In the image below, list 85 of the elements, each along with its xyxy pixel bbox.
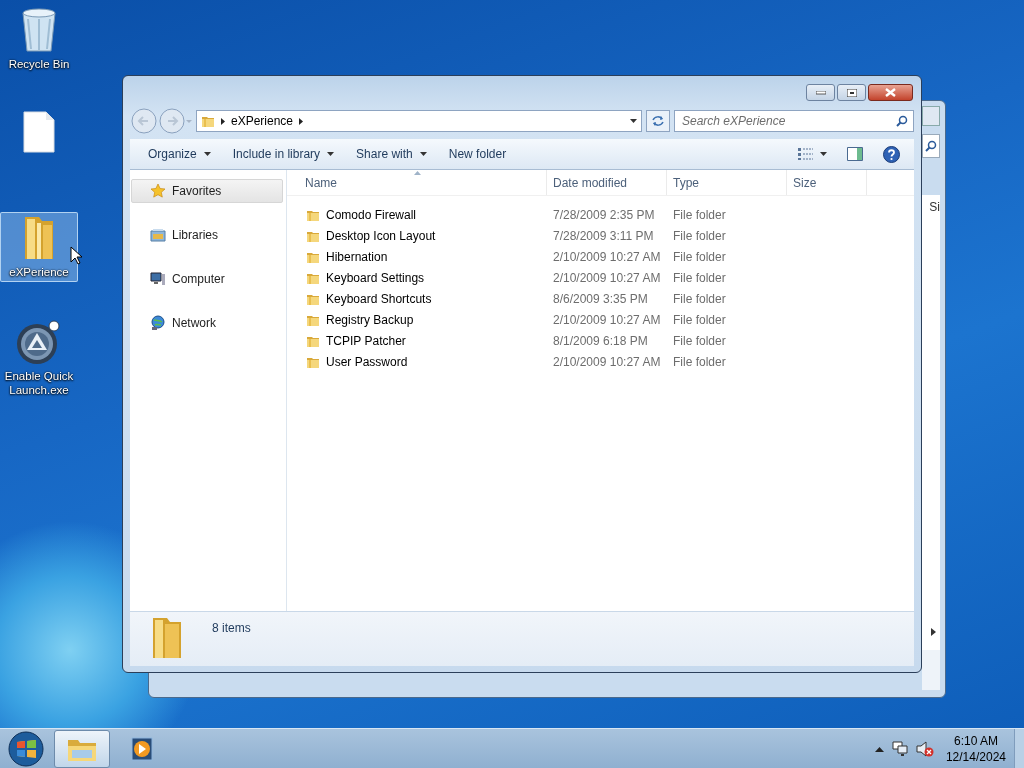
column-header[interactable]: Type <box>667 170 787 195</box>
start-button[interactable] <box>6 729 46 768</box>
table-cell-text: File folder <box>672 333 727 348</box>
column-header[interactable]: Name <box>287 170 547 195</box>
desktop-icon[interactable]: Enable Quick Launch.exe <box>0 316 78 412</box>
toolbar-button[interactable]: Include in library <box>224 144 343 164</box>
folder-icon <box>22 215 56 261</box>
table-cell-text: 8/6/2009 3:35 PM <box>552 291 649 306</box>
table-cell-text: 2/10/2009 10:27 AM <box>552 312 662 327</box>
nav-item[interactable]: Network <box>131 311 283 335</box>
muted-speaker-icon[interactable] <box>915 740 934 757</box>
help-icon <box>883 145 900 163</box>
app-icon <box>16 319 62 365</box>
address-bar[interactable]: eXPerience <box>196 110 642 132</box>
column-header: Si <box>929 200 940 214</box>
toolbar-button[interactable]: Organize <box>140 144 219 164</box>
caret-icon <box>327 152 335 156</box>
restore-icon <box>846 88 857 97</box>
file-name[interactable]: Registry Backup <box>326 312 414 327</box>
minimize-icon <box>815 90 826 95</box>
restore-button[interactable] <box>837 84 866 101</box>
folder-icon <box>201 114 215 128</box>
refresh-icon <box>651 115 665 127</box>
table-cell-text: File folder <box>672 228 727 243</box>
recycle-bin-icon <box>19 7 59 53</box>
library-icon <box>150 227 166 243</box>
table-cell-text: File folder <box>672 354 727 369</box>
file-name[interactable]: Desktop Icon Layout <box>326 228 436 243</box>
mouse-cursor-icon <box>70 246 82 265</box>
caret-icon <box>820 152 827 156</box>
chevron-icon <box>299 117 304 125</box>
table-cell-text: 2/10/2009 10:27 AM <box>552 354 662 369</box>
refresh-button[interactable] <box>646 110 670 132</box>
list-view-icon <box>798 148 814 160</box>
scroll-arrow-icon <box>931 628 936 636</box>
table-cell-text: 7/28/2009 3:11 PM <box>552 228 655 243</box>
search-icon <box>925 140 937 152</box>
search-button[interactable] <box>922 134 940 158</box>
table-cell-text: 7/28/2009 2:35 PM <box>552 207 656 222</box>
show-hidden-icons-button[interactable] <box>874 745 884 752</box>
caret-icon <box>419 152 427 156</box>
toolbar-button[interactable]: Share with <box>348 144 435 164</box>
table-cell-text: File folder <box>672 270 727 285</box>
file-name[interactable]: Comodo Firewall <box>326 207 417 222</box>
history-caret-icon <box>186 119 192 123</box>
file-name[interactable]: Hibernation <box>326 249 388 264</box>
file-name[interactable]: Keyboard Shortcuts <box>326 291 432 306</box>
table-cell-text: 2/10/2009 10:27 AM <box>552 270 662 285</box>
column-header[interactable]: Size <box>787 170 867 195</box>
table-cell-text: File folder <box>672 249 727 264</box>
close-button[interactable] <box>868 84 913 101</box>
network-icon[interactable] <box>891 740 908 757</box>
taskbar-button[interactable] <box>54 729 110 768</box>
table-cell-text: File folder <box>672 207 727 222</box>
close-icon <box>885 88 896 97</box>
search-icon <box>896 115 908 127</box>
status-text: 8 items <box>212 621 251 635</box>
computer-icon <box>150 271 166 287</box>
minimize-button[interactable] <box>806 84 835 101</box>
file-name[interactable]: TCPIP Patcher <box>326 333 406 348</box>
table-cell-text: 8/1/2009 6:18 PM <box>552 333 649 348</box>
caret-icon <box>630 119 637 123</box>
media-player-icon <box>131 736 153 761</box>
file-name[interactable]: Keyboard Settings <box>326 270 425 285</box>
breadcrumb-item[interactable]: eXPerience <box>231 114 294 128</box>
preview-pane-icon <box>847 147 863 161</box>
chevron-icon <box>221 117 225 125</box>
caret-icon <box>203 152 211 156</box>
nav-item[interactable]: Libraries <box>131 223 283 247</box>
star-icon <box>150 183 166 199</box>
desktop-icon[interactable]: Recycle Bin <box>0 4 78 100</box>
clock[interactable]: 6:10 AM 12/14/2024 <box>945 732 1006 765</box>
network-icon <box>150 315 166 331</box>
nav-item[interactable]: Computer <box>131 267 283 291</box>
table-cell-text: File folder <box>672 312 727 327</box>
table-cell-text: 2/10/2009 10:27 AM <box>552 249 662 264</box>
status-bar <box>922 650 940 690</box>
table-cell-text: File folder <box>672 291 727 306</box>
nav-item[interactable]: Favorites <box>131 179 283 203</box>
file-name[interactable]: User Password <box>326 354 408 369</box>
folder-icon <box>150 616 184 660</box>
column-header[interactable]: Date modified <box>547 170 667 195</box>
search-field[interactable]: Search eXPerience <box>674 110 914 132</box>
toolbar-button[interactable]: New folder <box>440 144 515 164</box>
file-icon <box>22 111 56 153</box>
